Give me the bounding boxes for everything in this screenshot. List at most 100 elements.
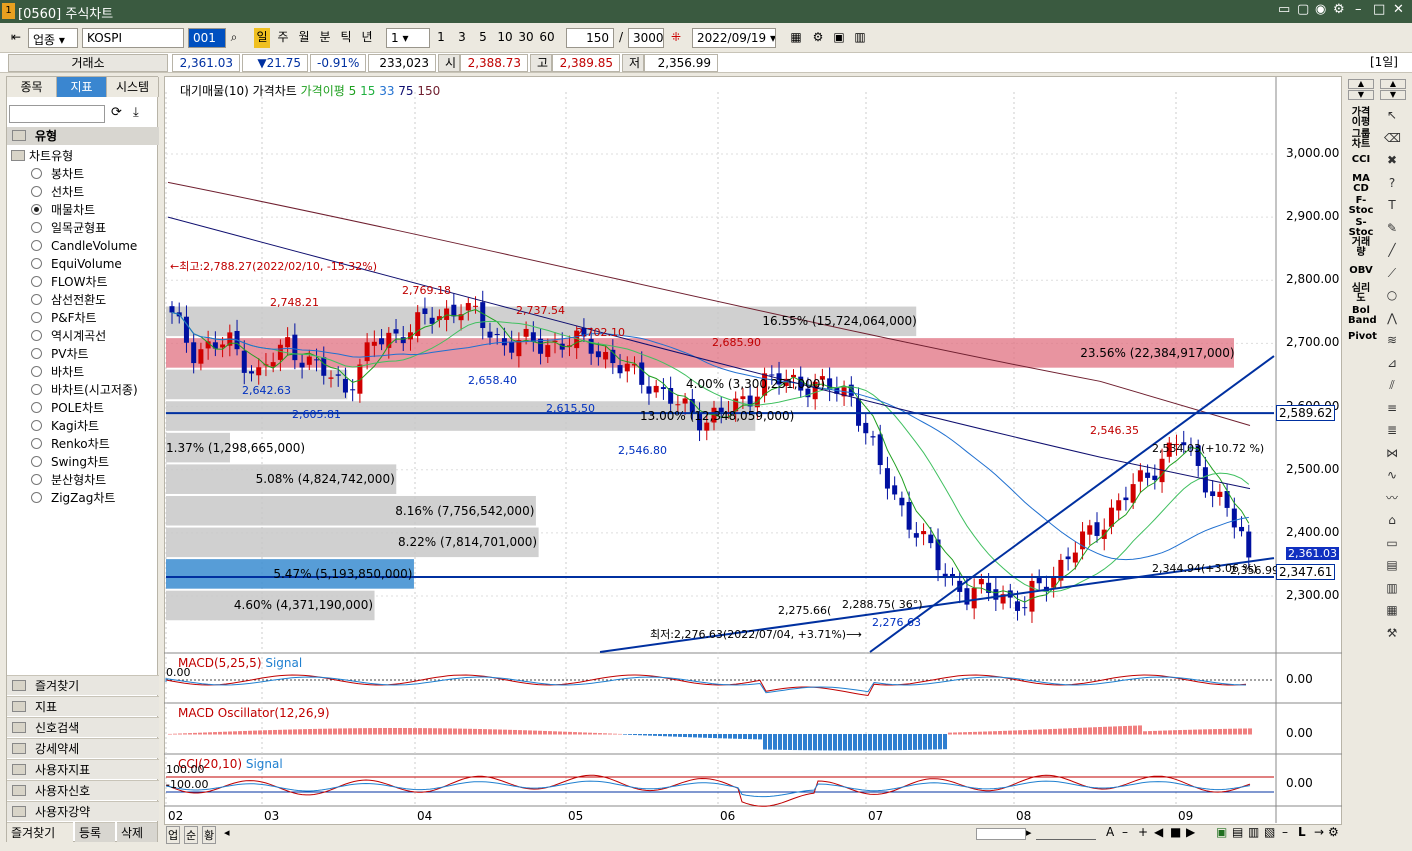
candle-body <box>653 385 659 393</box>
btn-status[interactable]: 황 <box>202 826 217 844</box>
auto-icon[interactable]: ⌂ <box>1384 513 1400 527</box>
candle-body <box>342 378 348 393</box>
trend-icon[interactable]: ⋀ <box>1384 311 1400 325</box>
image-icon[interactable]: ▧ <box>1264 825 1275 839</box>
zoom-out-icon[interactable]: – <box>1122 825 1128 839</box>
speed-icon[interactable]: ≣ <box>1384 423 1400 437</box>
circle-icon[interactable]: ○ <box>1384 288 1400 302</box>
oscillator-bar <box>793 734 797 751</box>
log-icon[interactable]: L <box>1298 825 1306 839</box>
oscillator-bar <box>1248 728 1252 735</box>
candle-body <box>292 334 298 361</box>
indicator-shortcut-7[interactable]: OBV <box>1348 266 1374 276</box>
gann-icon[interactable]: ⊿ <box>1384 356 1400 370</box>
oscillator-bar <box>963 732 967 735</box>
minus-icon[interactable]: – <box>1282 825 1288 839</box>
arrow-icon[interactable]: → <box>1314 825 1324 839</box>
oscillator-bar <box>808 734 812 751</box>
print-icon[interactable]: ▥ <box>1248 825 1259 839</box>
oscillator-bar <box>753 734 757 740</box>
ray-icon[interactable]: ⟋ <box>1384 266 1400 280</box>
indicator-shortcut-1[interactable]: 그룹 차트 <box>1348 130 1374 150</box>
scroll-up-icon[interactable]: ▲ <box>1348 79 1374 89</box>
scroll-left-icon[interactable]: ◂ <box>224 826 230 839</box>
oscillator-bar <box>1063 728 1067 735</box>
oscillator-bar <box>173 733 177 735</box>
oscillator-bar <box>748 734 752 740</box>
save-chart-icon[interactable]: ▤ <box>1232 825 1243 839</box>
bars-icon[interactable]: ▦ <box>1384 603 1400 617</box>
indicator-shortcut-0[interactable]: 가격 이평 <box>1348 108 1374 128</box>
text-icon[interactable]: T <box>1384 198 1400 212</box>
y-tick-label: 2,500.00 <box>1286 461 1340 476</box>
indicator-shortcut-5[interactable]: S- Stoc <box>1348 218 1374 238</box>
fibo-icon[interactable]: ≋ <box>1384 333 1400 347</box>
oscillator-bar <box>1238 728 1242 735</box>
oscillator-bar <box>1183 729 1187 735</box>
help-icon[interactable]: ? <box>1384 176 1400 190</box>
zoom-in-icon[interactable]: + <box>1138 825 1148 839</box>
prev-icon[interactable]: ◀ <box>1154 825 1163 839</box>
andrews-icon[interactable]: ⫽ <box>1384 378 1400 392</box>
cycle-icon[interactable]: ∿ <box>1384 468 1400 482</box>
oscillator-bar <box>428 728 432 735</box>
text-icon[interactable]: A <box>1106 825 1114 839</box>
scroll-down-icon[interactable]: ▼ <box>1348 90 1374 100</box>
eraser-icon[interactable]: ⌫ <box>1384 131 1401 145</box>
oscillator-bar <box>1213 729 1217 735</box>
oscillator-bar <box>863 734 867 751</box>
btn-order[interactable]: 순 <box>184 826 199 844</box>
scrollbar[interactable] <box>976 828 1026 840</box>
volume-profile-label: 16.55% (15,724,064,000) <box>762 314 917 329</box>
indicator-shortcut-6[interactable]: 거래 량 <box>1348 238 1374 258</box>
scroll-right-icon[interactable]: ▸ <box>1026 826 1032 839</box>
indicator-shortcut-9[interactable]: Bol Band <box>1348 306 1377 326</box>
chart-icon[interactable]: ▥ <box>1384 581 1400 595</box>
btn-up[interactable]: 업 <box>166 826 181 844</box>
legend-profile: 대기매물(10) <box>180 84 249 98</box>
indicator-shortcut-10[interactable]: Pivot <box>1348 332 1377 342</box>
stop-icon[interactable]: ■ <box>1170 825 1181 839</box>
cursor-icon[interactable]: ↖ <box>1384 108 1400 122</box>
tools-down-icon[interactable]: ▼ <box>1380 90 1406 100</box>
indicator-shortcut-2[interactable]: CCI <box>1348 155 1374 165</box>
next-icon[interactable]: ▶ <box>1186 825 1195 839</box>
wave-icon[interactable]: 〰 <box>1384 491 1400 505</box>
chart-annotation: 2,546.80 <box>618 444 667 457</box>
candle-body <box>545 345 551 357</box>
oscillator-bar <box>1143 731 1147 735</box>
oscillator-bar <box>1153 730 1157 735</box>
erase-all-icon[interactable]: ✖ <box>1384 153 1400 167</box>
trend-line-1 <box>869 355 1275 653</box>
indicator-shortcut-8[interactable]: 심리 도 <box>1348 284 1374 304</box>
candle-body <box>682 398 688 404</box>
channel-icon[interactable]: ≡ <box>1384 401 1400 415</box>
oscillator-bar <box>263 730 267 735</box>
oscillator-bar <box>1008 730 1012 735</box>
candle-body <box>270 362 276 367</box>
zoom-slider[interactable] <box>1036 828 1096 840</box>
x-tick-label: 08 <box>1016 809 1032 823</box>
osc-name: MACD Oscillator(12,26,9) <box>178 706 330 720</box>
pitchfork-icon[interactable]: ⋈ <box>1384 446 1400 460</box>
candle-body <box>870 436 876 438</box>
config-icon[interactable]: ⚙ <box>1328 825 1339 839</box>
copy-icon[interactable]: ▤ <box>1384 558 1400 572</box>
oscillator-bar <box>948 732 952 735</box>
indicator-shortcut-3[interactable]: MA CD <box>1348 174 1374 194</box>
excel-icon[interactable]: ▣ <box>1216 825 1227 839</box>
oscillator-bar <box>708 734 712 738</box>
oscillator-bar <box>388 728 392 735</box>
tool-icon[interactable]: ⚒ <box>1384 626 1400 640</box>
oscillator-bar <box>288 729 292 735</box>
oscillator-bar <box>883 734 887 751</box>
window-icon[interactable]: ▭ <box>1384 536 1400 550</box>
indicator-shortcut-4[interactable]: F- Stoc <box>1348 196 1374 216</box>
oscillator-bar <box>638 734 642 736</box>
candle-body <box>668 388 674 404</box>
candle-body <box>1123 497 1129 501</box>
line-icon[interactable]: ╱ <box>1384 243 1400 257</box>
draw-icon[interactable]: ✎ <box>1384 221 1400 235</box>
oscillator-bar <box>463 728 467 735</box>
tools-up-icon[interactable]: ▲ <box>1380 79 1406 89</box>
